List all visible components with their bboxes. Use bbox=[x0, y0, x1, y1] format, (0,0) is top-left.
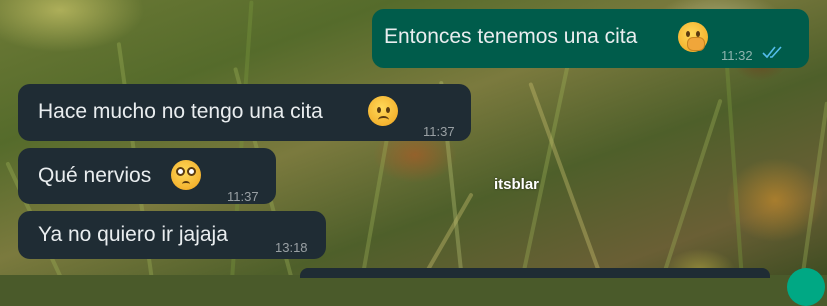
pleading-face-icon bbox=[171, 160, 201, 190]
message-bubble-outgoing[interactable]: Entonces tenemos una cita 11:32 bbox=[372, 9, 809, 68]
message-text: Entonces tenemos una cita bbox=[384, 25, 638, 48]
message-time: 11:32 bbox=[721, 48, 753, 63]
message-text: Hace mucho no tengo una cita bbox=[38, 100, 323, 123]
message-text: Qué nervios bbox=[38, 164, 152, 187]
message-bubble-incoming[interactable]: Hace mucho no tengo una cita 11:37 bbox=[18, 84, 471, 141]
worried-face-icon bbox=[368, 96, 398, 126]
message-time: 11:37 bbox=[423, 124, 455, 139]
message-time: 11:37 bbox=[227, 189, 259, 204]
message-bubble-incoming[interactable]: Qué nervios 11:37 bbox=[18, 148, 276, 204]
watermark-label: itsblar bbox=[494, 176, 540, 193]
message-bubble-incoming[interactable]: Ya no quiero ir jajaja 13:18 bbox=[18, 211, 326, 259]
double-check-read-icon bbox=[762, 46, 782, 59]
message-input-bar[interactable] bbox=[300, 268, 770, 278]
message-time: 13:18 bbox=[275, 240, 308, 255]
send-button[interactable] bbox=[787, 268, 825, 306]
face-with-hand-over-mouth-icon bbox=[678, 22, 708, 52]
message-text: Ya no quiero ir jajaja bbox=[38, 223, 228, 246]
